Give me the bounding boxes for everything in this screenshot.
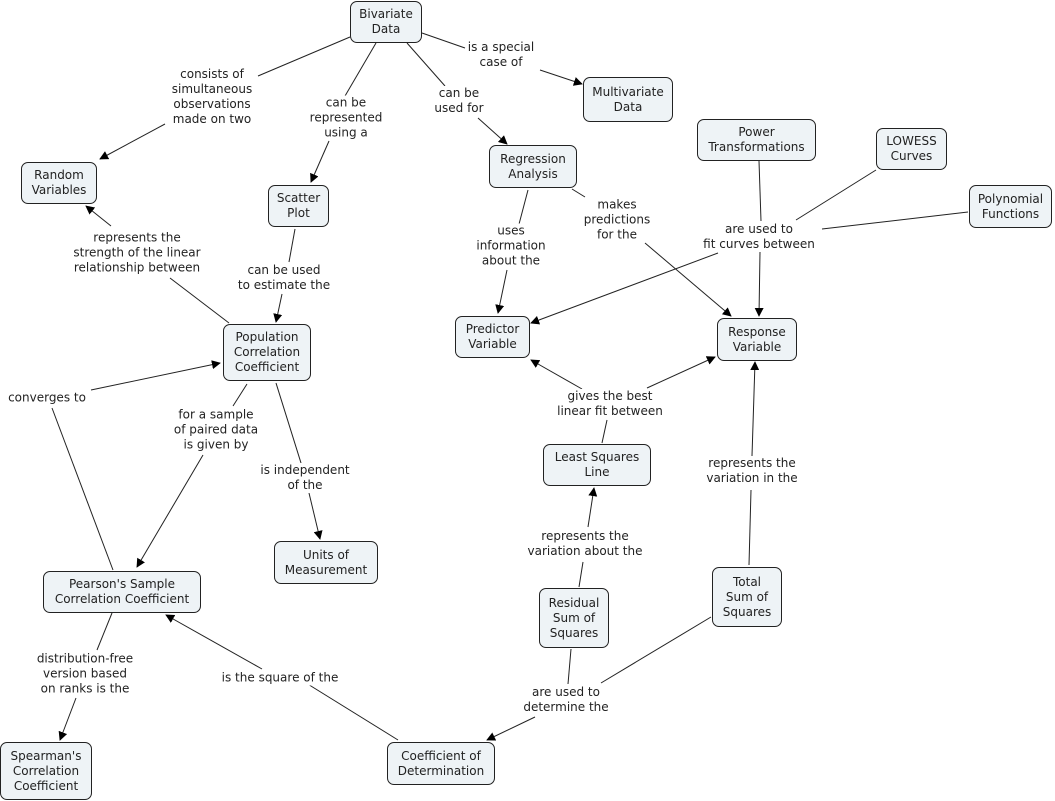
- concept-total-sum-of-squares[interactable]: Total Sum of Squares: [712, 567, 782, 627]
- concept-pearsons-sample-correlation-coefficient[interactable]: Pearson's Sample Correlation Coefficient: [43, 571, 201, 613]
- edge-line: [601, 419, 608, 444]
- edge-line: [821, 211, 969, 230]
- link-label-for-a-sample: for a sample of paired data is given by: [173, 407, 259, 453]
- edge-arrow: [539, 69, 583, 86]
- concept-least-squares-line[interactable]: Least Squares Line: [543, 444, 651, 486]
- link-label-can-be-used-to-estimate: can be used to estimate the: [237, 263, 331, 293]
- link-label-is-special-case-of: is a special case of: [467, 40, 535, 70]
- edge-line: [297, 677, 399, 741]
- edge-line: [571, 188, 586, 198]
- concept-predictor-variable[interactable]: Predictor Variable: [455, 316, 530, 358]
- connection-lines: [51, 32, 969, 741]
- edge-arrow: [85, 205, 112, 227]
- link-label-can-be-used-for: can be used for: [434, 86, 484, 116]
- edge-line: [169, 277, 230, 324]
- edge-line: [567, 648, 572, 685]
- edge-arrow: [310, 140, 330, 183]
- edge-arrow: [477, 117, 508, 145]
- edge-arrow: [136, 454, 204, 568]
- link-label-gives-best-fit: gives the best linear fit between: [557, 389, 663, 419]
- link-label-represents-variation-in: represents the variation in the: [706, 456, 798, 486]
- edge-arrow: [165, 614, 263, 670]
- link-label-distribution-free: distribution-free version based on ranks…: [36, 651, 134, 697]
- edge-line: [517, 189, 529, 229]
- concept-scatter-plot[interactable]: Scatter Plot: [268, 185, 329, 227]
- concept-power-transformations[interactable]: Power Transformations: [697, 119, 816, 161]
- edge-arrow: [486, 716, 536, 741]
- edge-arrow: [90, 360, 221, 391]
- link-label-consists-of: consists of simultaneous observations ma…: [171, 67, 253, 127]
- concept-population-correlation-coefficient[interactable]: Population Correlation Coefficient: [223, 324, 311, 381]
- concept-regression-analysis[interactable]: Regression Analysis: [489, 145, 577, 188]
- edge-arrow: [530, 252, 719, 325]
- concept-polynomial-functions[interactable]: Polynomial Functions: [969, 185, 1052, 228]
- edge-arrow: [644, 242, 732, 317]
- link-label-can-be-represented: can be represented using a: [309, 95, 383, 141]
- edge-line: [406, 42, 446, 87]
- edge-line: [257, 36, 351, 77]
- edge-arrow: [58, 697, 77, 741]
- concept-response-variable[interactable]: Response Variable: [717, 318, 797, 361]
- edge-line: [288, 228, 296, 263]
- edge-line: [578, 561, 584, 588]
- edge-line: [600, 616, 712, 684]
- edge-line: [795, 169, 877, 221]
- concept-lowess-curves[interactable]: LOWESS Curves: [876, 128, 947, 170]
- edge-arrow: [99, 123, 166, 160]
- edge-arrow: [530, 359, 583, 390]
- link-label-are-used-to-determine: are used to determine the: [523, 685, 609, 715]
- edge-arrow: [750, 361, 760, 457]
- link-label-is-independent: is independent of the: [260, 463, 350, 493]
- edge-line: [232, 383, 248, 407]
- edge-line: [51, 407, 114, 571]
- edge-arrow: [273, 293, 283, 323]
- edge-line: [344, 42, 377, 97]
- link-label-is-square-of: is the square of the: [221, 670, 339, 686]
- edge-line: [421, 32, 466, 49]
- concept-coefficient-of-determination[interactable]: Coefficient of Determination: [387, 742, 495, 785]
- edge-arrow: [495, 269, 508, 314]
- edge-line: [275, 382, 302, 464]
- edge-arrow: [308, 492, 323, 540]
- edge-line: [758, 160, 762, 222]
- link-label-represents-variation-about: represents the variation about the: [527, 529, 643, 559]
- link-label-converges-to: converges to: [8, 390, 86, 406]
- edge-line: [96, 612, 113, 651]
- edge-line: [748, 489, 752, 566]
- concept-random-variables[interactable]: Random Variables: [21, 162, 97, 204]
- link-label-are-used-to-fit: are used to fit curves between: [703, 222, 815, 252]
- concept-bivariate-data[interactable]: Bivariate Data: [350, 1, 422, 43]
- link-label-makes-predictions: makes predictions for the: [583, 197, 651, 243]
- concept-spearmans-correlation-coefficient[interactable]: Spearman's Correlation Coefficient: [0, 742, 92, 800]
- link-label-represents-strength: represents the strength of the linear re…: [73, 230, 201, 276]
- concept-residual-sum-of-squares[interactable]: Residual Sum of Squares: [539, 588, 609, 648]
- link-label-uses-information: uses information about the: [476, 223, 546, 269]
- concept-units-of-measurement[interactable]: Units of Measurement: [274, 541, 378, 584]
- edge-arrow: [646, 356, 716, 389]
- concept-multivariate-data[interactable]: Multivariate Data: [583, 77, 673, 122]
- edge-arrow: [754, 251, 764, 317]
- edge-arrow: [587, 487, 598, 528]
